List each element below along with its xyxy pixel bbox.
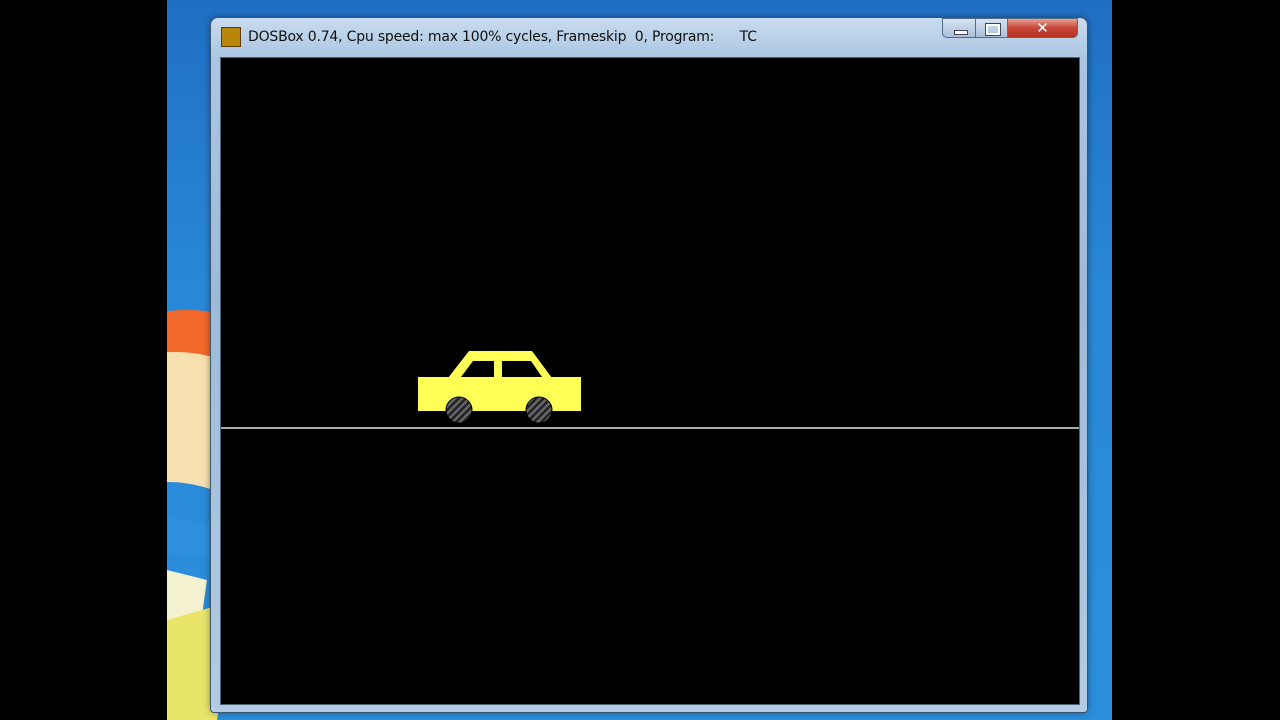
minimize-icon	[954, 30, 968, 35]
car-body	[418, 377, 581, 411]
maximize-button[interactable]	[976, 18, 1008, 38]
car-wheel-rear	[525, 396, 553, 424]
close-button[interactable]: ✕	[1008, 18, 1078, 38]
close-icon: ✕	[1036, 19, 1049, 37]
minimize-button[interactable]	[942, 18, 976, 38]
car-wheel-front	[445, 396, 473, 424]
dos-screen[interactable]	[220, 57, 1080, 705]
car-animation-scene	[221, 351, 1079, 429]
dosbox-window[interactable]: DOSBox 0.74, Cpu speed: max 100% cycles,…	[211, 18, 1087, 712]
window-title: DOSBox 0.74, Cpu speed: max 100% cycles,…	[248, 29, 757, 45]
maximize-icon	[985, 23, 1001, 36]
car	[418, 351, 581, 424]
dosbox-app-icon[interactable]	[221, 27, 241, 47]
title-bar[interactable]: DOSBox 0.74, Cpu speed: max 100% cycles,…	[211, 18, 1087, 56]
